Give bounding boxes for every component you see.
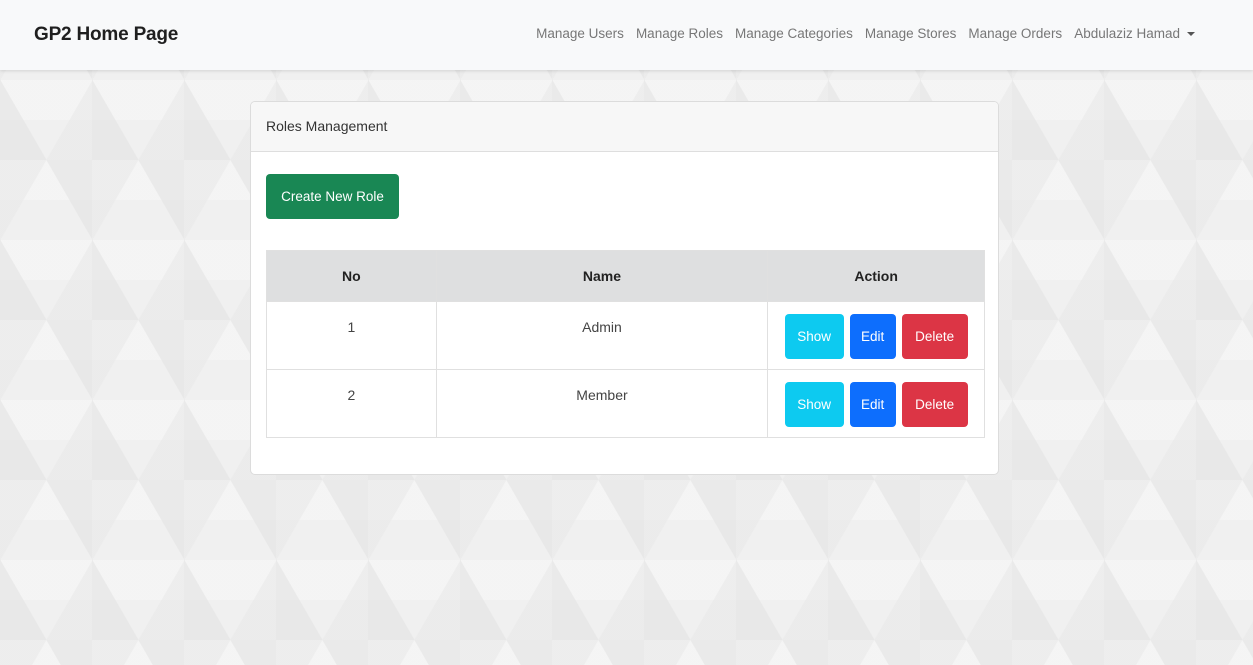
nav-manage-orders[interactable]: Manage Orders <box>968 26 1062 41</box>
show-button[interactable]: Show <box>784 382 844 427</box>
row-actions: Show Edit Delete <box>767 369 985 438</box>
brand-link[interactable]: GP2 Home Page <box>34 24 178 46</box>
row-number: 1 <box>266 301 437 370</box>
delete-button[interactable]: Delete <box>901 382 968 427</box>
column-header-action: Action <box>767 250 985 302</box>
roles-table: No Name Action 1 Admin Show Edit Delete … <box>266 250 985 438</box>
edit-button[interactable]: Edit <box>849 314 896 359</box>
column-header-no: No <box>266 250 437 302</box>
nav-manage-roles[interactable]: Manage Roles <box>636 26 723 41</box>
nav-manage-stores[interactable]: Manage Stores <box>865 26 957 41</box>
table-header-row: No Name Action <box>266 250 985 302</box>
top-navbar: GP2 Home Page Manage Users Manage Roles … <box>0 0 1253 70</box>
show-button[interactable]: Show <box>784 314 844 359</box>
table-row: 1 Admin Show Edit Delete <box>266 301 985 370</box>
caret-down-icon <box>1187 32 1195 36</box>
create-new-role-button[interactable]: Create New Role <box>266 174 399 219</box>
nav-manage-users[interactable]: Manage Users <box>536 26 624 41</box>
nav-manage-categories[interactable]: Manage Categories <box>735 26 853 41</box>
role-name: Member <box>435 369 769 438</box>
column-header-name: Name <box>435 250 769 302</box>
table-row: 2 Member Show Edit Delete <box>266 369 985 438</box>
nav-links: Manage Users Manage Roles Manage Categor… <box>536 26 1195 41</box>
user-dropdown[interactable]: Abdulaziz Hamad <box>1074 26 1195 41</box>
user-name: Abdulaziz Hamad <box>1074 26 1180 41</box>
delete-button[interactable]: Delete <box>901 314 968 359</box>
roles-management-card: Roles Management Create New Role No Name… <box>250 101 999 475</box>
role-name: Admin <box>435 301 769 370</box>
row-number: 2 <box>266 369 437 438</box>
card-header: Roles Management <box>251 102 998 152</box>
row-actions: Show Edit Delete <box>767 301 985 370</box>
edit-button[interactable]: Edit <box>849 382 896 427</box>
